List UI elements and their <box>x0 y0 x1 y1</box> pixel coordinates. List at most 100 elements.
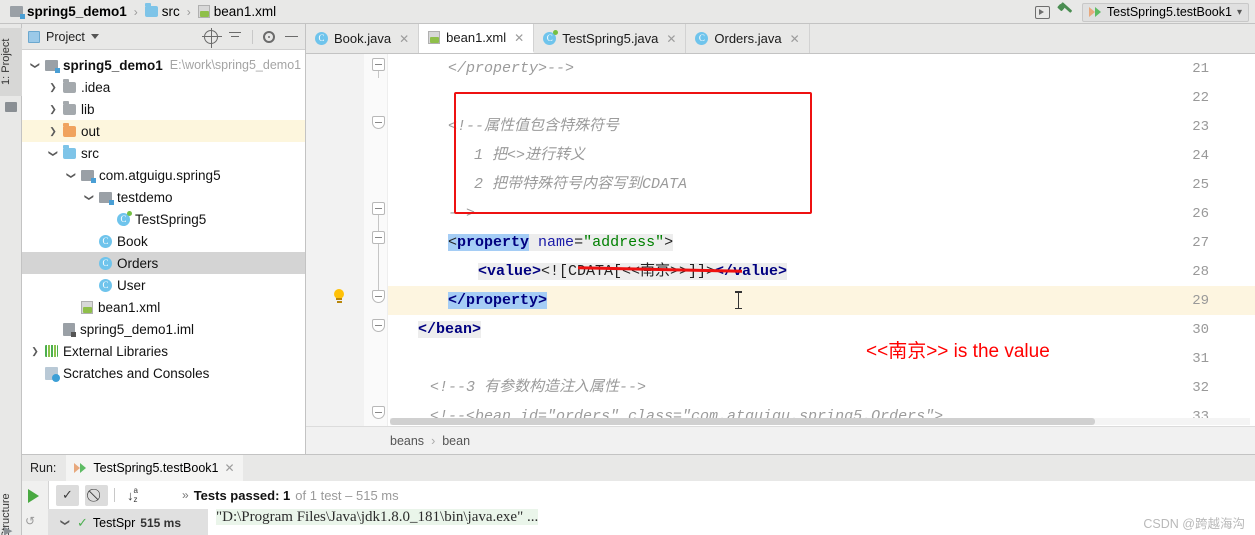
settings-gear-icon[interactable] <box>263 30 275 43</box>
code-tag-property: <property name="address"> <box>448 234 674 251</box>
value-open-tag: <value> <box>478 263 542 280</box>
code-editor[interactable]: </property>--> <!--属性值包含特殊符号 1 把<>进行转义 2 把带… <box>306 54 1255 426</box>
run-tab-testspring5[interactable]: TestSpring5.testBook1 ✕ <box>66 455 243 481</box>
close-icon[interactable]: ✕ <box>666 32 676 46</box>
code-line-30[interactable]: </bean> <box>418 315 482 344</box>
tree-node-label: spring5_demo1 <box>63 57 163 73</box>
tree-node-scratches-and-consoles[interactable]: Scratches and Consoles <box>22 362 305 384</box>
rerun-icon[interactable] <box>28 489 39 503</box>
tree-node-label: lib <box>81 101 95 117</box>
run-window-icon[interactable] <box>1034 5 1050 19</box>
code-line-25[interactable]: 2 把带特殊符号内容写到CDATA <box>474 170 687 199</box>
code-line-32[interactable]: <!--3 有参数构造注入属性--> <box>430 373 646 402</box>
run-tab-label: TestSpring5.testBook1 <box>93 461 219 475</box>
editor-tab-book-java[interactable]: C Book.java ✕ <box>306 24 420 53</box>
build-hammer-icon[interactable] <box>1056 2 1074 20</box>
tree-node-external-libraries[interactable]: External Libraries <box>22 340 305 362</box>
line-number: 21 <box>1192 61 1209 77</box>
test-status-bar: » Tests passed: 1 of 1 test – 515 ms <box>182 481 399 509</box>
editor-tab-orders-java[interactable]: C Orders.java ✕ <box>686 24 810 53</box>
intention-bulb-icon[interactable] <box>332 289 346 305</box>
editor-tab-label: Orders.java <box>714 31 782 46</box>
test-tree-row[interactable]: ✓ TestSpr 515 ms <box>48 509 208 535</box>
tree-node-spring5-demo1[interactable]: spring5_demo1 E:\work\spring5_demo1 <box>22 54 305 76</box>
tree-node-spring5-demo1-iml[interactable]: spring5_demo1.iml <box>22 318 305 340</box>
code-line-23[interactable]: <!--属性值包含特殊符号 <box>448 112 619 141</box>
tool-tab-project[interactable]: 1: Project <box>0 28 22 96</box>
chevron-down-icon[interactable] <box>82 192 96 203</box>
editor-horizontal-scrollbar[interactable] <box>390 418 1250 425</box>
fold-marker[interactable] <box>372 319 385 332</box>
expand-chevron-icon[interactable]: » <box>182 488 189 502</box>
tree-node-orders[interactable]: C Orders <box>22 252 305 274</box>
breadcrumb-item-src[interactable]: src <box>143 3 182 19</box>
chevron-right-icon[interactable] <box>46 104 60 115</box>
fold-marker[interactable] <box>372 290 385 303</box>
breadcrumb-beans[interactable]: beans <box>390 434 424 448</box>
fold-column <box>368 54 388 426</box>
run-configuration-selector[interactable]: TestSpring5.testBook1 ▾ <box>1081 2 1249 22</box>
tree-node--idea[interactable]: .idea <box>22 76 305 98</box>
tree-node-book[interactable]: C Book <box>22 230 305 252</box>
tree-node-label: Orders <box>117 255 159 271</box>
tree-node-out[interactable]: out <box>22 120 305 142</box>
tree-node-testdemo[interactable]: testdemo <box>22 186 305 208</box>
tree-node-label: src <box>81 145 99 161</box>
code-line-27[interactable]: <property name="address"> <box>448 228 674 257</box>
tree-node-com-atguigu-spring5[interactable]: com.atguigu.spring5 <box>22 164 305 186</box>
chevron-right-icon[interactable] <box>46 126 60 137</box>
tree-node-bean1-xml[interactable]: bean1.xml <box>22 296 305 318</box>
folder-grey-icon <box>63 100 76 115</box>
fold-marker[interactable] <box>372 116 385 129</box>
chevron-right-icon[interactable] <box>46 82 60 93</box>
chevron-down-icon[interactable] <box>46 148 60 159</box>
fold-marker[interactable] <box>372 202 385 215</box>
chevron-down-icon[interactable] <box>28 60 42 71</box>
scrollbar-thumb[interactable] <box>390 418 1095 425</box>
tree-node-testspring5[interactable]: C TestSpring5 <box>22 208 305 230</box>
run-config-icon <box>1089 7 1102 18</box>
breadcrumb-bean[interactable]: bean <box>442 434 470 448</box>
line-number: 28 <box>1192 264 1209 280</box>
show-passed-toggle[interactable]: ✓ <box>56 484 79 506</box>
fold-marker[interactable] <box>372 406 385 419</box>
code-tag-bean: </bean> <box>418 321 482 338</box>
breadcrumb-item-file[interactable]: bean1.xml <box>196 4 278 19</box>
collapse-all-icon[interactable] <box>228 30 242 44</box>
chevron-down-icon[interactable]: ▾ <box>1237 7 1242 18</box>
tree-node-user[interactable]: C User <box>22 274 305 296</box>
console-output[interactable]: "D:\Program Files\Java\jdk1.8.0_181\bin\… <box>210 509 1255 535</box>
show-ignored-toggle[interactable]: ⃠ <box>85 484 108 506</box>
close-icon[interactable]: ✕ <box>224 461 234 475</box>
hide-panel-icon[interactable] <box>285 30 299 44</box>
module-icon <box>10 6 25 19</box>
close-icon[interactable]: ✕ <box>790 32 800 46</box>
chevron-down-icon[interactable] <box>58 517 72 528</box>
test-passed-icon: ✓ <box>77 514 88 530</box>
fold-marker[interactable] <box>372 58 385 71</box>
close-icon[interactable]: ✕ <box>399 32 409 46</box>
editor-tab-testspring5-java[interactable]: C TestSpring5.java ✕ <box>534 24 687 53</box>
close-icon[interactable]: ✕ <box>514 31 524 45</box>
code-line-21[interactable]: </property>--> <box>448 54 574 83</box>
class-icon: C <box>99 234 112 248</box>
chevron-down-icon[interactable] <box>90 34 99 39</box>
code-line-29[interactable]: </property> <box>448 286 548 315</box>
attr-value: "address" <box>583 234 665 251</box>
tree-node-lib[interactable]: lib <box>22 98 305 120</box>
sort-alphabetically-icon[interactable]: ↓ a z <box>121 485 144 506</box>
fold-marker[interactable] <box>372 231 385 244</box>
run-config-label: TestSpring5.testBook1 <box>1106 5 1232 19</box>
code-line-24[interactable]: 1 把<>进行转义 <box>474 141 585 170</box>
breadcrumb: spring5_demo1 › src › bean1.xml <box>0 3 278 19</box>
xml-file-icon <box>81 300 93 314</box>
rerun-failed-icon[interactable]: ↺ <box>25 514 35 528</box>
chevron-down-icon[interactable] <box>64 170 78 181</box>
chevron-right-icon[interactable] <box>28 346 42 357</box>
code-line-26[interactable]: --> <box>448 199 475 228</box>
locate-icon[interactable] <box>202 27 222 48</box>
editor-tab-bean1-xml[interactable]: bean1.xml ✕ <box>419 24 535 53</box>
matched-tag-highlight: <property <box>448 234 530 251</box>
tree-node-src[interactable]: src <box>22 142 305 164</box>
breadcrumb-item-project[interactable]: spring5_demo1 <box>8 4 129 19</box>
